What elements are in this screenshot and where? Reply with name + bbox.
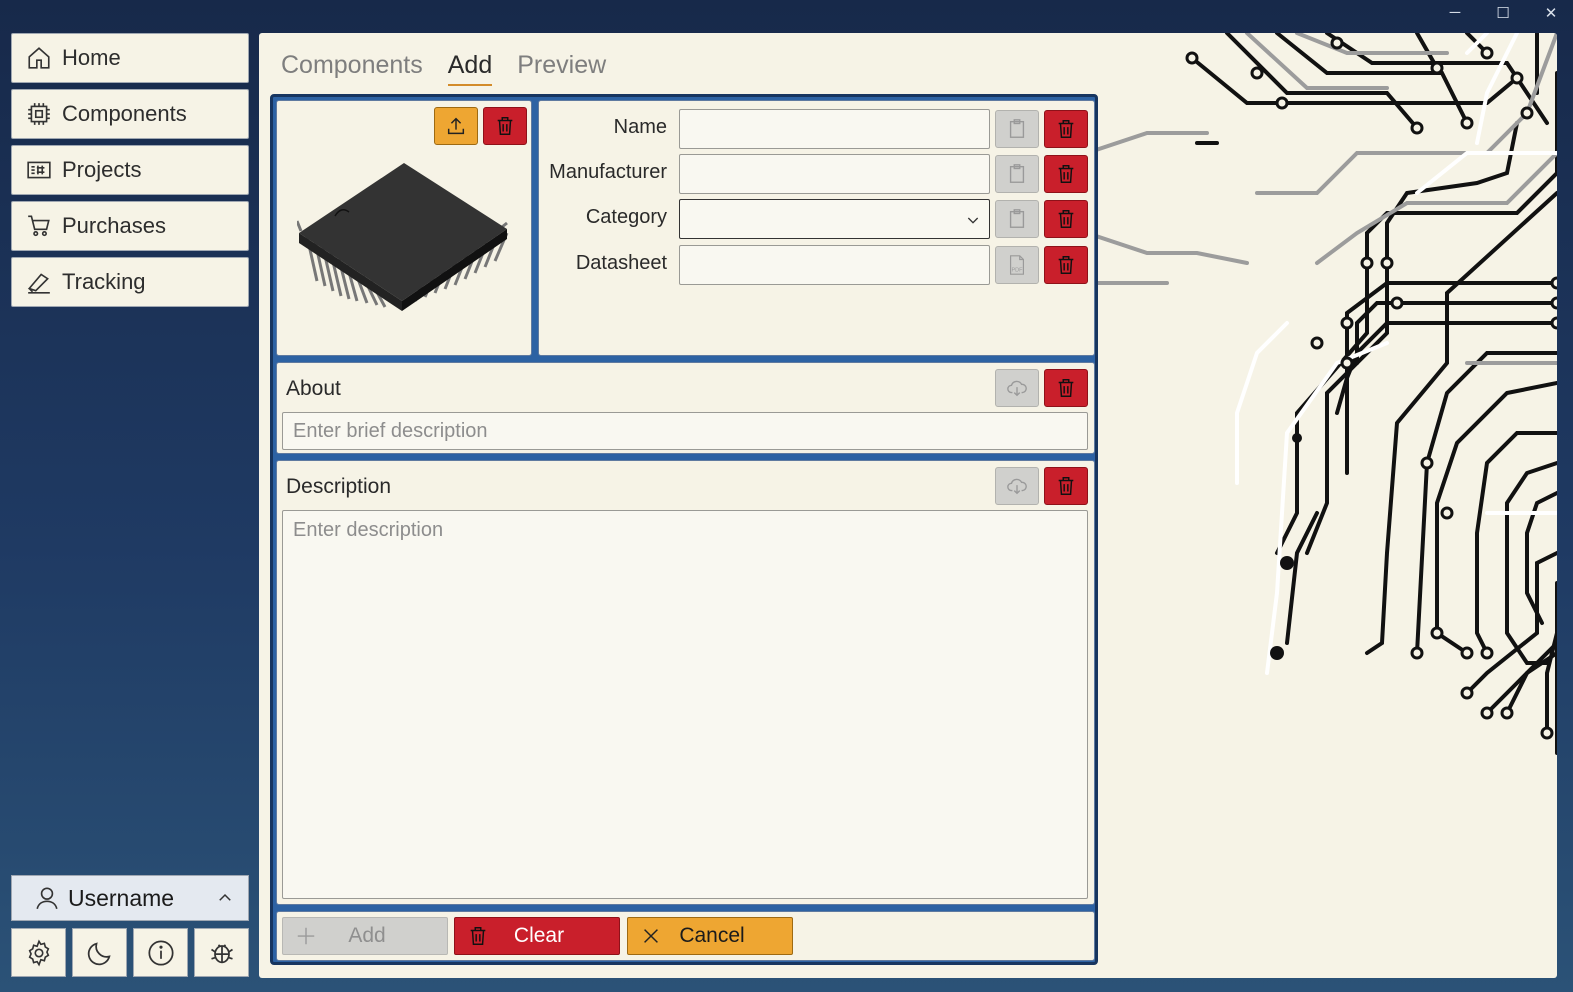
- info-button[interactable]: [133, 928, 188, 977]
- name-label: Name: [613, 116, 667, 138]
- clear-category-button[interactable]: [1044, 200, 1088, 238]
- tab-components[interactable]: Components: [281, 51, 423, 86]
- sidebar-item-label: Components: [62, 101, 187, 126]
- trash-icon: [1058, 165, 1074, 183]
- svg-text:PDF: PDF: [1012, 267, 1024, 273]
- clear-about-button[interactable]: [1044, 369, 1088, 407]
- trash-icon: [497, 117, 513, 135]
- fields-panel: Name Manufacturer Category Datasheet PDF: [538, 100, 1095, 356]
- chip-icon: [28, 103, 50, 125]
- download-about-button[interactable]: [995, 369, 1039, 407]
- sidebar-item-label: Tracking: [62, 269, 146, 294]
- manufacturer-field[interactable]: [679, 154, 990, 194]
- name-field[interactable]: [679, 109, 990, 149]
- trash-icon: [1058, 120, 1074, 138]
- clipboard-icon: [1009, 164, 1025, 183]
- open-datasheet-button[interactable]: PDF: [995, 246, 1039, 284]
- paste-manufacturer-button[interactable]: [995, 155, 1039, 193]
- cancel-button[interactable]: Cancel: [627, 917, 793, 955]
- datasheet-field[interactable]: [679, 245, 990, 285]
- cart-icon: [28, 215, 50, 237]
- upload-icon: [447, 117, 465, 135]
- tracking-icon: [27, 273, 50, 294]
- clear-description-button[interactable]: [1044, 467, 1088, 505]
- sidebar-item-label: Purchases: [62, 213, 166, 238]
- image-panel: [276, 100, 532, 356]
- theme-toggle-button[interactable]: [72, 928, 127, 977]
- chevron-down-icon: [967, 217, 979, 224]
- board-icon: [27, 161, 51, 179]
- bug-icon: [210, 943, 233, 963]
- tab-add[interactable]: Add: [447, 51, 493, 86]
- info-icon: [147, 939, 174, 966]
- cloud-download-icon: [1007, 478, 1027, 495]
- description-input[interactable]: Enter description: [282, 510, 1088, 899]
- sidebar-item-projects[interactable]: Projects: [11, 145, 249, 195]
- moon-icon: [87, 941, 111, 965]
- chevron-up-icon: [219, 893, 231, 901]
- category-select[interactable]: [679, 199, 990, 239]
- trash-icon: [1058, 256, 1074, 274]
- sidebar-item-label: Home: [62, 45, 121, 70]
- trash-icon: [1058, 210, 1074, 228]
- clear-button[interactable]: Clear: [454, 917, 620, 955]
- pdf-icon: PDF: [1009, 255, 1025, 275]
- tab-preview[interactable]: Preview: [517, 51, 606, 86]
- sidebar-item-label: Projects: [62, 157, 142, 182]
- trash-icon: [1058, 477, 1074, 495]
- tab-bar: Components Add Preview: [281, 51, 606, 86]
- clear-manufacturer-button[interactable]: [1044, 155, 1088, 193]
- description-title: Description: [286, 475, 392, 498]
- settings-icon: [28, 938, 49, 967]
- home-icon: [28, 47, 50, 69]
- chip-image: [297, 163, 509, 311]
- paste-category-button[interactable]: [995, 200, 1039, 238]
- paste-name-button[interactable]: [995, 110, 1039, 148]
- minimize-button[interactable]: ─: [1443, 4, 1467, 22]
- add-button-label: Add: [348, 924, 386, 947]
- clear-name-button[interactable]: [1044, 110, 1088, 148]
- delete-image-button[interactable]: [483, 107, 527, 145]
- close-icon: [644, 929, 658, 943]
- upload-image-button[interactable]: [434, 107, 478, 145]
- cloud-download-icon: [1007, 380, 1027, 397]
- close-button[interactable]: ✕: [1539, 4, 1563, 22]
- sidebar-item-tracking[interactable]: Tracking: [11, 257, 249, 307]
- clear-datasheet-button[interactable]: [1044, 246, 1088, 284]
- about-input[interactable]: Enter brief description: [282, 412, 1088, 450]
- clipboard-icon: [1009, 119, 1025, 138]
- description-panel: Description Enter description: [276, 460, 1095, 905]
- trash-icon: [470, 927, 486, 945]
- sidebar-item-purchases[interactable]: Purchases: [11, 201, 249, 251]
- category-label: Category: [585, 206, 667, 228]
- user-icon: [36, 887, 58, 910]
- download-description-button[interactable]: [995, 467, 1039, 505]
- settings-button[interactable]: [11, 928, 66, 977]
- datasheet-label: Datasheet: [575, 252, 667, 274]
- username-label: Username: [68, 884, 175, 911]
- main-content: Components Add Preview Name Manufacturer…: [259, 33, 1557, 978]
- sidebar-item-components[interactable]: Components: [11, 89, 249, 139]
- actions-panel: Add Clear Cancel: [276, 911, 1095, 961]
- window-controls: ─ ☐ ✕: [1443, 4, 1563, 22]
- clipboard-icon: [1009, 209, 1025, 228]
- circuit-background-graphic: [1087, 33, 1557, 755]
- trash-icon: [1058, 379, 1074, 397]
- sidebar-item-home[interactable]: Home: [11, 33, 249, 83]
- cancel-button-label: Cancel: [679, 924, 745, 947]
- plus-icon: [297, 927, 315, 945]
- about-panel: About Enter brief description: [276, 362, 1095, 454]
- clear-button-label: Clear: [513, 924, 565, 947]
- user-menu[interactable]: Username: [11, 875, 249, 921]
- maximize-button[interactable]: ☐: [1491, 4, 1515, 22]
- bug-report-button[interactable]: [194, 928, 249, 977]
- manufacturer-label: Manufacturer: [549, 161, 667, 183]
- add-button[interactable]: Add: [282, 917, 448, 955]
- add-component-form: Name Manufacturer Category Datasheet PDF…: [270, 94, 1098, 965]
- about-title: About: [286, 377, 341, 400]
